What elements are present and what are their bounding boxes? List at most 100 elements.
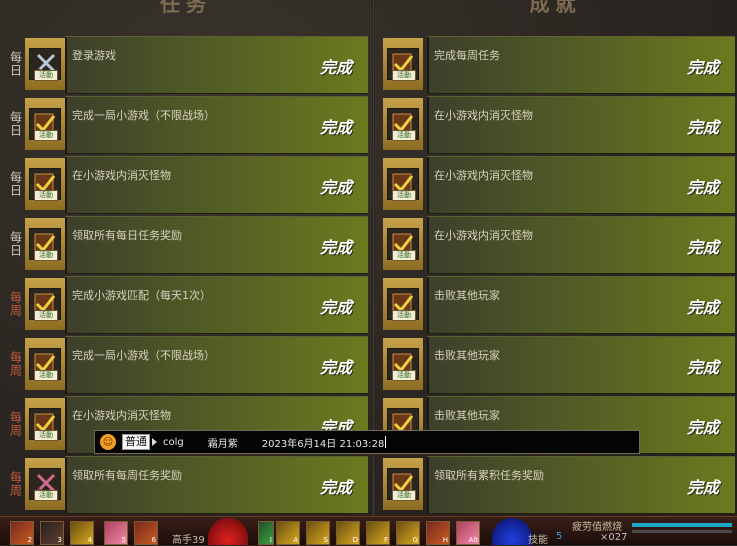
achievement-icon-frame: 活動 — [383, 338, 423, 390]
frequency-label: 每日 — [8, 231, 23, 257]
slot-key: I — [269, 536, 272, 544]
task-row[interactable]: 每日 活動 完成一局小游戏（不限战场） 完成 — [6, 96, 368, 154]
hotbar-slot[interactable]: 6 — [134, 521, 158, 545]
event-tag: 活動 — [34, 250, 58, 261]
task-label: 在小游戏内消灭怪物 — [72, 169, 171, 182]
hotbar-slot[interactable]: I — [258, 521, 274, 545]
slot-key: 3 — [57, 536, 62, 544]
task-bar: 完成一局小游戏（不限战场） 完成 — [65, 96, 368, 154]
checkmark-icon: 活動 — [387, 168, 419, 201]
hotbar-slot[interactable]: S — [306, 521, 330, 545]
hotbar-slot[interactable]: 3 — [40, 521, 64, 545]
task-status: 完成 — [319, 178, 352, 197]
task-row[interactable]: 每周 活動 领取所有每周任务奖励 完成 — [6, 456, 368, 514]
text-caret — [385, 436, 387, 448]
hotbar-slot[interactable]: H — [426, 521, 450, 545]
task-row[interactable]: 每周 活動 完成小游戏匹配（每天1次） 完成 — [6, 276, 368, 334]
task-label: 在小游戏内消灭怪物 — [72, 409, 171, 422]
frequency-label: 每日 — [8, 171, 23, 197]
chat-channel[interactable]: 普通 — [122, 434, 150, 450]
chat-timestamp: 2023年6月14日 21:03:28 — [261, 438, 385, 450]
achievement-status: 完成 — [686, 478, 719, 497]
fatigue-label: 疲劳值燃烧 — [572, 522, 622, 533]
task-bar: 完成小游戏匹配（每天1次） 完成 — [65, 276, 368, 334]
task-label: 领取所有每日任务奖励 — [72, 229, 182, 242]
task-icon-frame: 活動 — [25, 458, 65, 510]
event-tag: 活動 — [392, 250, 416, 261]
slot-key: 4 — [87, 536, 92, 544]
task-row[interactable]: 每周 活動 完成一局小游戏（不限战场） 完成 — [6, 336, 368, 394]
skill-hotbar: 2 3 4 5 6 高手39 I A S D F G H Alt 技能 5 疲劳… — [0, 516, 737, 546]
task-row[interactable]: 每日 活動 领取所有每日任务奖励 完成 — [6, 216, 368, 274]
chat-character-name: 霜月紫 — [207, 438, 238, 450]
achievement-bar: 完成每周任务 完成 — [427, 36, 735, 94]
checkmark-icon: 活動 — [387, 48, 419, 81]
achievement-row[interactable]: 活動 击败其他玩家 完成 — [383, 336, 735, 394]
achievement-status: 完成 — [686, 418, 719, 437]
exp-bar — [632, 530, 732, 533]
checkmark-icon: 活動 — [387, 288, 419, 321]
hotbar-slot[interactable]: 5 — [104, 521, 128, 545]
achievement-status: 完成 — [686, 118, 719, 137]
achievement-icon-frame: 活動 — [383, 98, 423, 150]
achievement-label: 在小游戏内消灭怪物 — [434, 109, 533, 122]
checkmark-icon: 活動 — [29, 108, 61, 141]
slot-key: S — [323, 536, 328, 544]
slot-key: G — [412, 536, 418, 544]
slot-key: D — [352, 536, 358, 544]
achievement-label: 在小游戏内消灭怪物 — [434, 229, 533, 242]
frequency-label: 每周 — [8, 411, 23, 437]
hotbar-slot[interactable]: 4 — [70, 521, 94, 545]
frequency-label: 每周 — [8, 471, 23, 497]
achievement-row[interactable]: 活動 领取所有累积任务奖励 完成 — [383, 456, 735, 514]
achievement-status: 完成 — [686, 298, 719, 317]
achievement-row[interactable]: 活動 击败其他玩家 完成 — [383, 276, 735, 334]
achievement-bar: 领取所有累积任务奖励 完成 — [427, 456, 735, 514]
task-icon-frame: 活動 — [25, 38, 65, 90]
task-bar: 领取所有每周任务奖励 完成 — [65, 456, 368, 514]
hotbar-slot[interactable]: D — [336, 521, 360, 545]
hotbar-slot[interactable]: A — [276, 521, 300, 545]
task-row[interactable]: 每日 活動 在小游戏内消灭怪物 完成 — [6, 156, 368, 214]
achievement-label: 击败其他玩家 — [434, 409, 500, 422]
slot-key: A — [293, 536, 298, 544]
skill-count: 5 — [556, 531, 563, 542]
hotbar-slot[interactable]: F — [366, 521, 390, 545]
task-bar: 登录游戏 完成 — [65, 36, 368, 94]
checkmark-icon: 活動 — [29, 228, 61, 261]
tasks-header: 任务 — [160, 0, 212, 16]
frequency-label: 每周 — [8, 351, 23, 377]
achievement-row[interactable]: 活動 完成每周任务 完成 — [383, 36, 735, 94]
achievement-status: 完成 — [686, 58, 719, 77]
event-tag: 活動 — [34, 490, 58, 501]
achievement-bar: 在小游戏内消灭怪物 完成 — [427, 96, 735, 154]
frequency-label: 每日 — [8, 51, 23, 77]
event-tag: 活動 — [34, 310, 58, 321]
checkmark-icon: 活動 — [29, 348, 61, 381]
checkmark-icon: 活動 — [387, 468, 419, 501]
arrow-right-icon — [152, 438, 157, 446]
task-label: 完成小游戏匹配（每天1次） — [72, 289, 211, 302]
task-status: 完成 — [319, 118, 352, 137]
task-status: 完成 — [319, 238, 352, 257]
task-icon-frame: 活動 — [25, 398, 65, 450]
checkmark-icon: 活動 — [29, 288, 61, 321]
achievement-row[interactable]: 活動 在小游戏内消灭怪物 完成 — [383, 216, 735, 274]
crossed-sword-icon: 活動 — [29, 468, 61, 501]
slot-key: Alt — [468, 536, 478, 544]
hotbar-slot[interactable]: G — [396, 521, 420, 545]
achievement-row[interactable]: 活動 在小游戏内消灭怪物 完成 — [383, 156, 735, 214]
task-status: 完成 — [319, 478, 352, 497]
hotbar-slot[interactable]: Alt — [456, 521, 480, 545]
task-icon-frame: 活動 — [25, 218, 65, 270]
chat-username: colg — [163, 436, 184, 448]
event-tag: 活動 — [392, 370, 416, 381]
hotbar-slot[interactable]: 2 — [10, 521, 34, 545]
event-tag: 活動 — [34, 370, 58, 381]
achievement-label: 完成每周任务 — [434, 49, 500, 62]
task-row[interactable]: 每日 活動 登录游戏 完成 — [6, 36, 368, 94]
achievements-header: 成就 — [529, 0, 582, 16]
achievement-status: 完成 — [686, 178, 719, 197]
achievement-row[interactable]: 活動 在小游戏内消灭怪物 完成 — [383, 96, 735, 154]
event-tag: 活動 — [392, 190, 416, 201]
